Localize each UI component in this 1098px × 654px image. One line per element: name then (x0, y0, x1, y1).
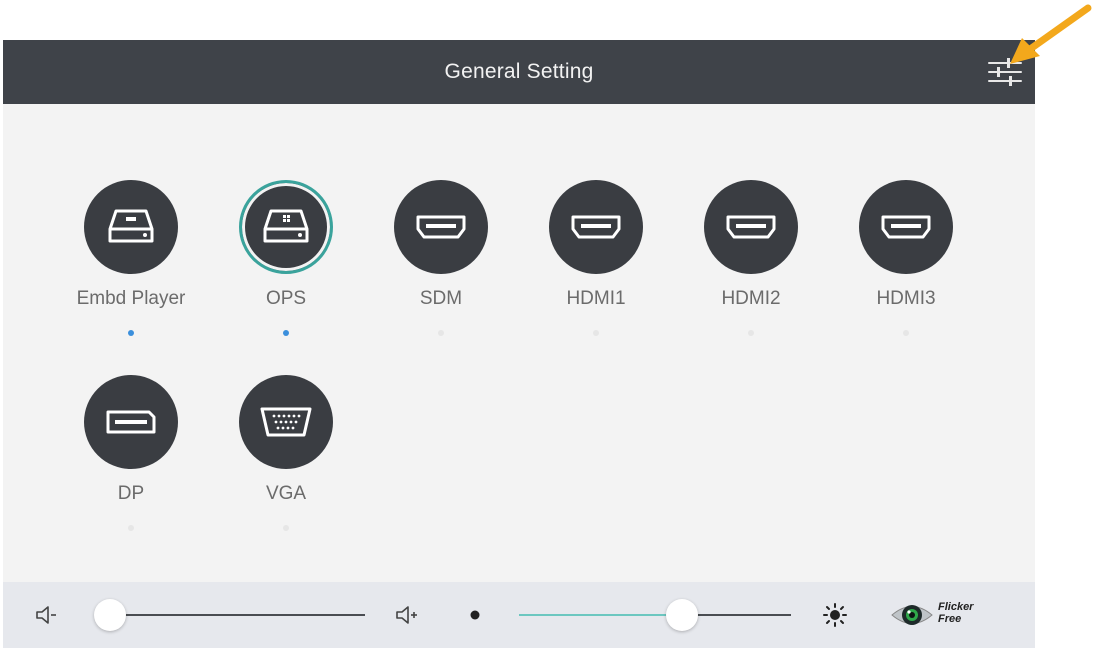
hdmi-port-icon (726, 215, 776, 239)
source-circle (84, 180, 178, 274)
source-dp[interactable]: DP (66, 375, 196, 531)
logo-text: Flicker Free (938, 601, 973, 625)
source-circle (704, 180, 798, 274)
annotation-arrow-icon (1010, 4, 1092, 64)
vga-port-icon (260, 407, 312, 437)
volume-slider-thumb[interactable] (94, 599, 127, 631)
source-embd-player[interactable]: Embd Player (66, 180, 196, 336)
source-label: Embd Player (76, 288, 186, 309)
source-ops[interactable]: OPS (221, 180, 351, 336)
source-label: OPS (265, 288, 307, 309)
brightness-slider-fill (519, 614, 683, 616)
source-circle (239, 180, 333, 274)
page-title: General Setting (444, 60, 594, 83)
source-sdm[interactable]: SDM (376, 180, 506, 336)
volume-up-icon (396, 606, 417, 624)
source-status-dot (438, 330, 444, 336)
source-hdmi2[interactable]: HDMI2 (686, 180, 816, 336)
source-circle (84, 375, 178, 469)
volume-down-button[interactable] (33, 603, 59, 627)
source-vga[interactable]: VGA (221, 375, 351, 531)
eye-logo-icon (891, 605, 933, 625)
brightness-down-button[interactable] (463, 603, 487, 627)
settings-panel: General Setting Embd Player OPS SDM HDMI… (3, 40, 1035, 648)
displayport-icon (106, 410, 156, 434)
source-status-dot (128, 525, 134, 531)
source-circle (549, 180, 643, 274)
source-label: VGA (265, 483, 307, 504)
source-circle (394, 180, 488, 274)
logo-text-line2: Free (938, 613, 962, 625)
header-bar: General Setting (3, 40, 1035, 104)
brightness-high-icon (823, 603, 847, 627)
source-label: DP (117, 483, 145, 504)
brightness-slider[interactable] (519, 599, 791, 631)
storage-device-icon (108, 209, 154, 243)
windows-device-icon (263, 209, 309, 243)
source-status-dot (593, 330, 599, 336)
source-label: HDMI3 (876, 288, 936, 309)
source-status-dot (128, 330, 134, 336)
brightness-up-button[interactable] (821, 601, 849, 629)
source-circle (859, 180, 953, 274)
source-label: SDM (419, 288, 463, 309)
source-label: HDMI2 (721, 288, 781, 309)
logo-text-line1: Flicker (938, 601, 974, 613)
volume-up-button[interactable] (393, 603, 419, 627)
source-status-dot (283, 330, 289, 336)
source-label: HDMI1 (566, 288, 626, 309)
source-status-dot (283, 525, 289, 531)
volume-down-icon (36, 606, 56, 624)
hdmi-port-icon (571, 215, 621, 239)
flicker-free-logo: Flicker Free (888, 596, 988, 634)
source-status-dot (903, 330, 909, 336)
volume-slider[interactable] (94, 599, 365, 631)
brightness-slider-thumb[interactable] (666, 599, 699, 631)
bottom-control-bar: Flicker Free (3, 582, 1035, 648)
brightness-low-icon (470, 610, 480, 620)
source-status-dot (748, 330, 754, 336)
source-hdmi3[interactable]: HDMI3 (841, 180, 971, 336)
source-hdmi1[interactable]: HDMI1 (531, 180, 661, 336)
hdmi-port-icon (881, 215, 931, 239)
hdmi-port-icon (416, 215, 466, 239)
source-circle (239, 375, 333, 469)
volume-slider-track (97, 614, 365, 616)
